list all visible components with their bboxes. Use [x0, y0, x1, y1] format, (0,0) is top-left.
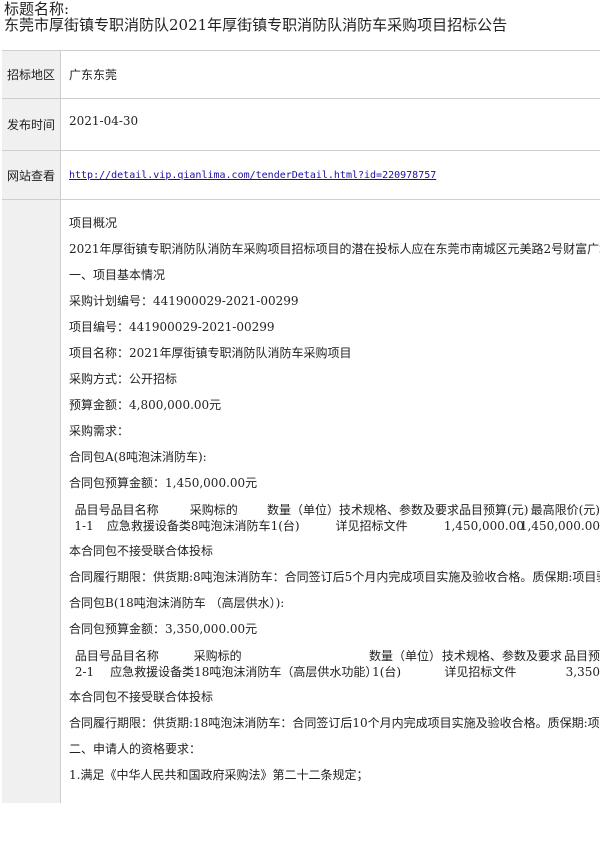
- lot-a-data-row: 1-1 应急救援设备类 8吨泡沫消防车 1(台) 详见招标文件 1,450,00…: [69, 518, 600, 534]
- lot-a-budget: 合同包预算金额：1,450,000.00元: [69, 476, 258, 490]
- lot-b-budget: 合同包预算金额：3,350,000.00元: [69, 622, 258, 636]
- lot-b-cell: 18吨泡沫消防车（高层供水功能）: [194, 665, 378, 679]
- section-2-heading: 二、申请人的资格要求：: [69, 742, 202, 756]
- lot-a-header-cell: 品目预算(元): [459, 503, 529, 517]
- lot-a-cell: 应急救援设备类: [106, 519, 191, 533]
- date-value: 2021-04-30: [69, 114, 139, 128]
- lot-b-period: 合同履行期限：供货期:18吨泡沫消防车：合同签订后10个月内完成项目实施及验收合…: [69, 716, 600, 730]
- lot-b-header-cell: 采购标的: [193, 649, 242, 663]
- lot-a-table: 品目号 品目名称 采购标的 数量（单位） 技术规格、参数及要求 品目预算(元) …: [69, 496, 600, 538]
- lot-b-header-cell: 品目号: [74, 649, 111, 663]
- lot-b-cell: 3,350: [565, 665, 600, 679]
- date-label: 发布时间: [2, 99, 61, 150]
- intro-text: 2021年厚街镇专职消防队消防车采购项目招标项目的潜在投标人应在东莞市南城区元美…: [69, 242, 600, 256]
- lot-a-header-cell: 采购标的: [189, 503, 238, 517]
- info-table: 招标地区 广东东莞 发布时间 2021-04-30 网站查看 http://de…: [2, 50, 600, 803]
- demand-label: 采购需求：: [69, 424, 130, 438]
- lot-b-cell: 应急救援设备类: [110, 665, 195, 679]
- lot-b-header-cell: 品目名称: [110, 649, 159, 663]
- lot-b-cell: 2-1: [74, 665, 95, 679]
- lot-a-cell: 1-1: [74, 519, 94, 533]
- lot-b-header-row: 品目号 品目名称 采购标的 数量（单位） 技术规格、参数及要求 品目预: [69, 648, 600, 664]
- lot-b-header-cell: 数量（单位）: [368, 649, 441, 663]
- announcement-body: 项目概况 2021年厚街镇专职消防队消防车采购项目招标项目的潜在投标人应在东莞市…: [61, 200, 600, 803]
- procurement-method: 采购方式：公开招标: [69, 372, 178, 386]
- lot-a-cell: 1(台): [270, 519, 300, 533]
- lot-a-period: 合同履行期限：供货期:8吨泡沫消防车：合同签订后5个月内完成项目实施及验收合格。…: [69, 570, 600, 584]
- lot-a-cell: 详见招标文件: [335, 519, 408, 533]
- site-label: 网站查看: [2, 151, 61, 199]
- project-name: 项目名称：2021年厚街镇专职消防队消防车采购项目: [69, 346, 352, 360]
- requirement-1: 1.满足《中华人民共和国政府采购法》第二十二条规定；: [69, 768, 369, 782]
- region-row: 招标地区 广东东莞: [2, 50, 600, 99]
- site-row: 网站查看 http://detail.vip.qianlima.com/tend…: [2, 151, 600, 200]
- content-row: 项目概况 2021年厚街镇专职消防队消防车采购项目招标项目的潜在投标人应在东莞市…: [2, 200, 600, 803]
- lot-a-header-cell: 品目号: [74, 503, 111, 517]
- lot-a-cell: 1,450,000.00: [519, 519, 600, 533]
- lot-a-header-cell: 最高限价(元): [530, 503, 600, 517]
- budget-amount: 预算金额：4,800,000.00元: [69, 398, 222, 412]
- lot-b-header-cell: 技术规格、参数及要求: [441, 649, 562, 663]
- lot-b-header-cell: 品目预: [563, 649, 600, 663]
- project-number: 项目编号：441900029-2021-00299: [69, 320, 275, 334]
- lot-b-title: 合同包B(18吨泡沫消防车 （高层供水）):: [69, 596, 285, 610]
- lot-a-header-cell: 数量（单位）: [267, 503, 340, 517]
- page-title: 东莞市厚街镇专职消防队2021年厚街镇专职消防队消防车采购项目招标公告: [4, 16, 508, 34]
- lot-b-joint-note: 本合同包不接受联合体投标: [69, 690, 214, 704]
- region-value: 广东东莞: [69, 68, 118, 82]
- lot-b-cell: 详见招标文件: [444, 665, 517, 679]
- lot-a-cell: 8吨泡沫消防车: [190, 519, 271, 533]
- lot-b-table: 品目号 品目名称 采购标的 数量（单位） 技术规格、参数及要求 品目预 2-1 …: [69, 642, 600, 684]
- lot-a-header-cell: 技术规格、参数及要求: [339, 503, 460, 517]
- lot-b-data-row: 2-1 应急救援设备类 18吨泡沫消防车（高层供水功能） 1(台) 详见招标文件…: [69, 664, 600, 680]
- section-1-heading: 一、项目基本情况: [69, 268, 166, 282]
- lot-a-title: 合同包A(8吨泡沫消防车):: [69, 450, 207, 464]
- lot-a-joint-note: 本合同包不接受联合体投标: [69, 544, 214, 558]
- date-row: 发布时间 2021-04-30: [2, 99, 600, 151]
- region-label: 招标地区: [2, 51, 61, 98]
- plan-number: 采购计划编号：441900029-2021-00299: [69, 294, 299, 308]
- lot-a-header-row: 品目号 品目名称 采购标的 数量（单位） 技术规格、参数及要求 品目预算(元) …: [69, 502, 600, 518]
- content-label-cell: [2, 200, 61, 803]
- tender-detail-link[interactable]: http://detail.vip.qianlima.com/tenderDet…: [69, 170, 436, 181]
- overview-heading: 项目概况: [69, 216, 118, 230]
- lot-a-header-cell: 品目名称: [110, 503, 159, 517]
- lot-a-cell: 1,450,000.00: [443, 519, 525, 533]
- lot-b-cell: 1(台): [372, 665, 402, 679]
